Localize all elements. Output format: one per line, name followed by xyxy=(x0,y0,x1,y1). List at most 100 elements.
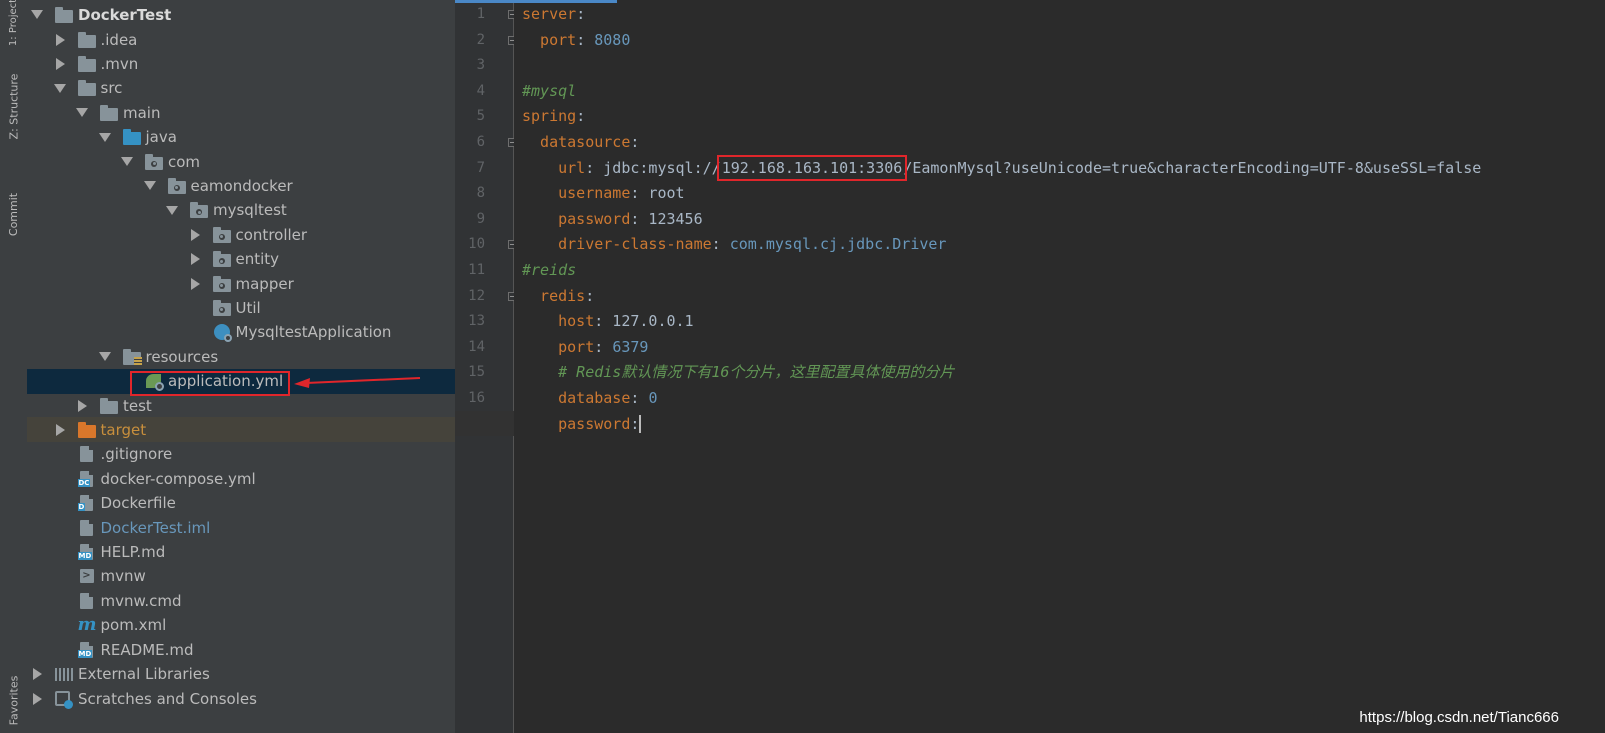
line-number: 7 xyxy=(476,159,485,176)
active-tab-indicator xyxy=(455,0,617,3)
expand-arrow-icon[interactable] xyxy=(55,33,65,46)
tree-item[interactable]: com xyxy=(27,149,455,174)
package-icon xyxy=(190,202,208,219)
tree-item[interactable]: java xyxy=(27,125,455,150)
tree-item[interactable]: controller xyxy=(27,222,455,247)
tab-favorites[interactable]: Favorites xyxy=(0,668,27,733)
expand-arrow-icon[interactable] xyxy=(53,83,66,93)
expand-arrow-icon[interactable] xyxy=(33,667,42,680)
line-number: 1 xyxy=(476,6,485,22)
expand-arrow-icon[interactable] xyxy=(190,277,200,290)
tree-item-label: target xyxy=(100,420,147,439)
expand-arrow-icon[interactable] xyxy=(143,181,156,191)
library-icon xyxy=(55,666,73,682)
code-token: datasource xyxy=(522,133,631,151)
tree-item[interactable]: MD README.md xyxy=(27,637,455,662)
code-token: : xyxy=(585,286,595,305)
tree-item-label: mysqltest xyxy=(213,201,287,220)
source-folder-icon xyxy=(122,129,141,146)
tree-item[interactable]: DC docker-compose.yml xyxy=(27,466,455,491)
code-token: : xyxy=(630,414,640,433)
expand-arrow-icon[interactable] xyxy=(98,132,111,142)
tree-item[interactable]: entity xyxy=(27,247,455,272)
code-token: spring xyxy=(522,107,577,126)
tab-commit-label: Commit xyxy=(7,192,20,236)
expand-arrow-icon[interactable] xyxy=(190,228,200,241)
expand-arrow-icon[interactable] xyxy=(76,108,88,118)
code-line: database: 0 xyxy=(522,386,657,411)
tree-item[interactable]: target xyxy=(27,417,455,443)
tree-item[interactable]: mysqltest xyxy=(27,198,455,223)
text-caret xyxy=(639,415,642,434)
expand-arrow-icon[interactable] xyxy=(55,423,65,436)
tree-item-label: .gitignore xyxy=(100,445,173,464)
expand-arrow-icon[interactable] xyxy=(33,692,42,705)
code-token: : xyxy=(630,133,640,151)
code-line: datasource: xyxy=(522,130,639,155)
tree-item[interactable]: .gitignore xyxy=(27,442,455,467)
tree-item-scratches[interactable]: Scratches and Consoles xyxy=(27,686,455,711)
tree-item[interactable]: D Dockerfile xyxy=(27,491,455,516)
tab-project[interactable]: 1: Project xyxy=(0,0,27,46)
module-file-icon xyxy=(78,519,96,536)
tree-item[interactable]: resources xyxy=(27,344,455,369)
code-token: /EamonMysql?useUnicode=true&characterEnc… xyxy=(903,158,1482,177)
code-token: : xyxy=(576,5,586,23)
tree-item[interactable]: mvnw.cmd xyxy=(27,588,455,613)
tree-item-label: Util xyxy=(235,298,261,317)
tree-item[interactable]: DockerTest.iml xyxy=(27,515,455,540)
tab-commit[interactable]: Commit xyxy=(0,178,27,250)
tool-window-strip: 1: Project Z: Structure Commit Favorites xyxy=(0,0,28,733)
tree-item[interactable]: .mvn xyxy=(27,51,455,76)
tree-item[interactable]: mapper xyxy=(27,271,455,296)
code-token: #mysql xyxy=(522,81,577,100)
tree-item[interactable]: main xyxy=(27,100,455,125)
code-line: password: xyxy=(522,412,642,437)
expand-arrow-icon[interactable] xyxy=(190,253,200,266)
code-token: password xyxy=(522,209,631,228)
tree-item[interactable]: > mvnw xyxy=(27,564,455,589)
tab-structure[interactable]: Z: Structure xyxy=(0,60,27,152)
package-icon xyxy=(212,299,231,316)
expand-arrow-icon[interactable] xyxy=(121,157,133,166)
code-token: driver-class-name xyxy=(522,235,712,254)
expand-arrow-icon[interactable] xyxy=(166,205,178,215)
code-token: : xyxy=(576,30,595,49)
project-root-label: DockerTest xyxy=(78,5,172,24)
expand-arrow-icon[interactable] xyxy=(78,399,87,412)
markdown-file-icon: MD xyxy=(77,543,96,560)
line-number: 3 xyxy=(476,57,485,74)
annotation-highlight-box xyxy=(130,371,290,396)
tree-item-label: mapper xyxy=(235,274,294,293)
code-line: driver-class-name: com.mysql.cj.jdbc.Dri… xyxy=(522,232,946,257)
tree-item[interactable]: MD HELP.md xyxy=(27,539,455,564)
tree-item-label: Scratches and Consoles xyxy=(78,689,257,708)
excluded-folder-icon xyxy=(77,421,96,438)
expand-arrow-icon[interactable] xyxy=(55,57,65,70)
code-token: redis xyxy=(522,286,586,305)
tree-root[interactable]: DockerTest xyxy=(27,2,455,27)
code-token: : 127.0.0.1 xyxy=(594,312,694,331)
line-number: 5 xyxy=(476,108,485,125)
code-token: url xyxy=(522,158,586,177)
tree-item-label: mvnw xyxy=(100,567,146,586)
tree-item-external-libraries[interactable]: External Libraries xyxy=(27,661,455,686)
tree-item[interactable]: .idea xyxy=(27,27,455,52)
tree-item-label: main xyxy=(123,103,161,122)
tree-item[interactable]: eamondocker xyxy=(27,173,455,198)
file-icon xyxy=(78,446,96,463)
tree-item-label: eamondocker xyxy=(190,176,293,195)
tree-item[interactable]: MysqltestApplication xyxy=(27,320,455,345)
tree-item-label: External Libraries xyxy=(78,664,210,683)
tree-item[interactable]: Util xyxy=(27,295,455,320)
tree-item[interactable]: src xyxy=(27,76,455,101)
code-line: port: 8080 xyxy=(522,28,630,53)
code-editor[interactable]: server: port: 8080 #mysql spring: datasour… xyxy=(514,0,1605,733)
expand-arrow-icon[interactable] xyxy=(98,352,111,362)
file-icon xyxy=(78,592,96,609)
tree-item[interactable]: test xyxy=(27,393,455,418)
expand-arrow-icon[interactable] xyxy=(31,10,43,19)
line-number: 8 xyxy=(476,185,485,202)
code-token: username xyxy=(522,184,631,203)
tree-item[interactable]: m pom.xml xyxy=(27,613,455,638)
